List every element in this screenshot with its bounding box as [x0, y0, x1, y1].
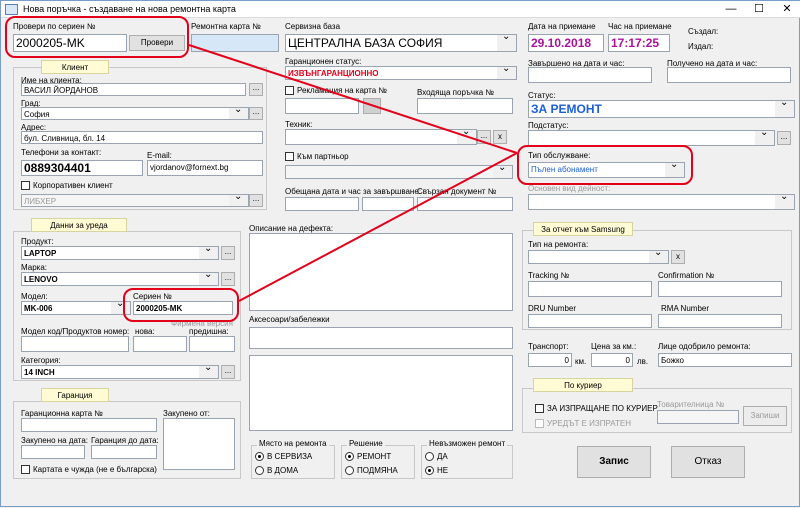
arrow-line-top — [188, 44, 518, 154]
annotation-arrows — [188, 44, 518, 302]
order-window: Нова поръчка - създаване на нова ремонтн… — [0, 0, 800, 507]
arrow-line-bottom — [238, 152, 518, 302]
